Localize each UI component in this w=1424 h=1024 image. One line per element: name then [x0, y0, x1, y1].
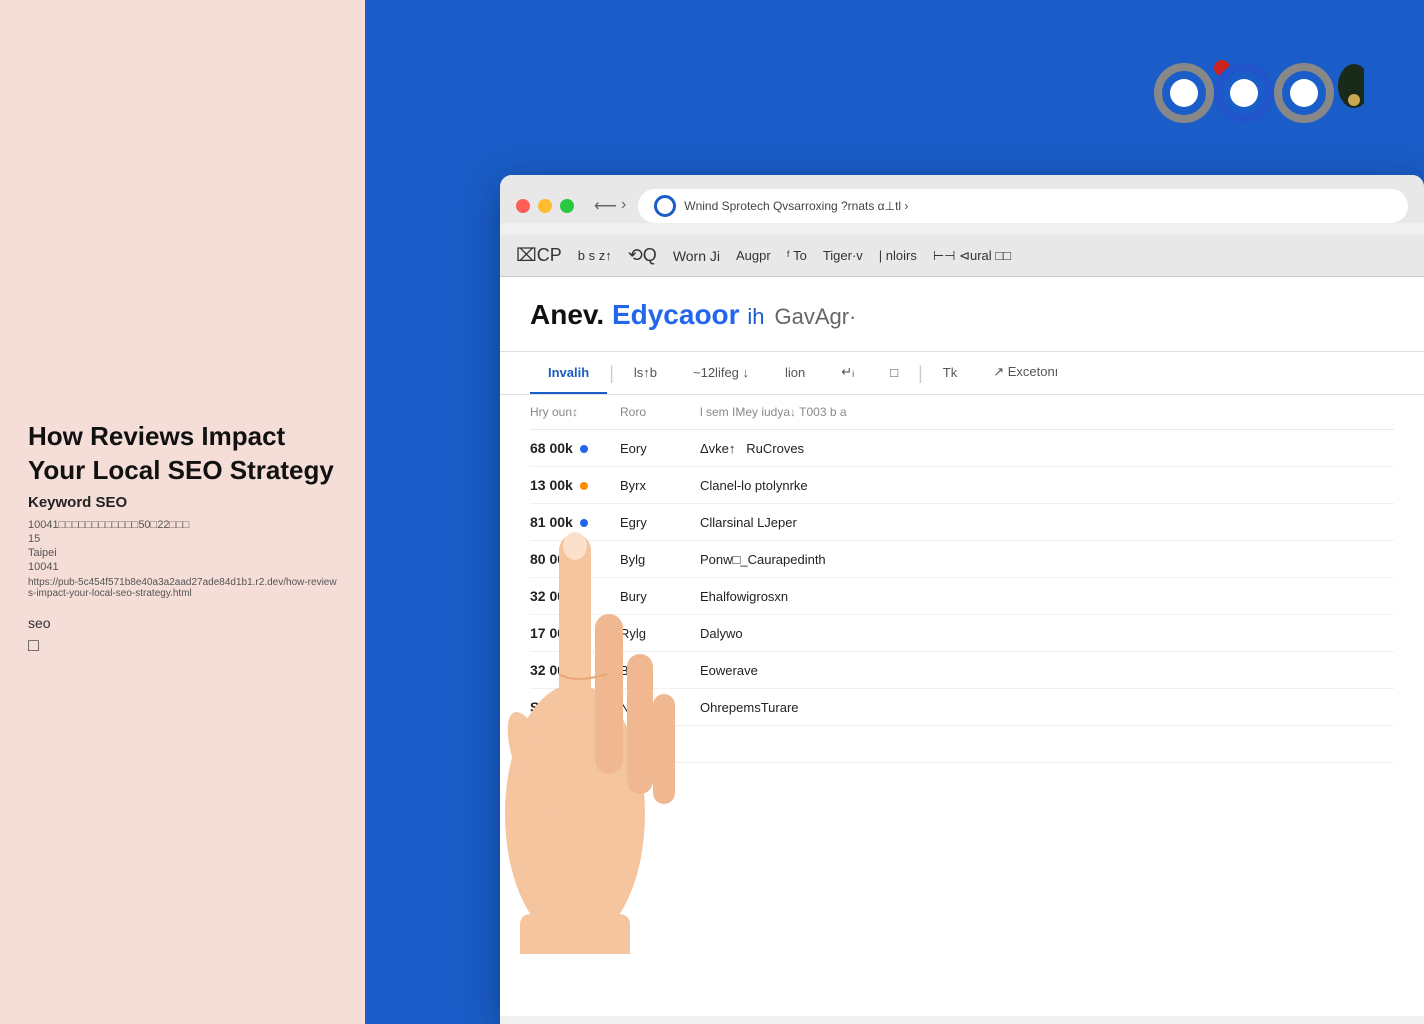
row-keyword: OhrepemsTurare [700, 700, 1394, 715]
meta-line-3: Taipei [28, 547, 337, 559]
row-keyword: Δvke↑ RuCroves [700, 441, 1394, 456]
page-title-row: Anev. Edycaoor ih GavAgr· [530, 299, 1394, 331]
toolbar-item-2[interactable]: ⟲Q [628, 245, 657, 266]
hand-overlay [465, 474, 745, 1024]
browser-topbar: ⟵ › Wnind Sprotech Qvsarroxing ?rnats α⊥… [516, 189, 1408, 223]
tab-lifeg[interactable]: ~12lifeg ↓ [675, 353, 767, 394]
meta-line-1: 10041□□□□□□□□□□□□50□22□□□ [28, 519, 337, 531]
tl-yellow[interactable] [538, 199, 552, 213]
browser-toolbar: ⌧CP b s z↑ ⟲Q Worn Ji Augpr ᶠ To Tiger·v… [500, 235, 1424, 277]
tab-tk[interactable]: Tk [925, 353, 975, 394]
tab-sep-2: | [916, 363, 925, 384]
tab-box[interactable]: □ [872, 353, 916, 394]
traffic-lights [516, 199, 574, 213]
toolbar-item-nloirs[interactable]: | nloirs [879, 248, 917, 263]
row-keyword: Ehalfowigrosxn [700, 589, 1394, 604]
tab-invalih[interactable]: Invalih [530, 353, 607, 394]
row-keyword: Cllarsinal LJeper [700, 515, 1394, 530]
toolbar-item-augpr[interactable]: Augpr [736, 248, 771, 263]
tl-green[interactable] [560, 199, 574, 213]
page-title-ih: ih [747, 304, 764, 329]
col-header-volume: Hry oun↕ [530, 405, 620, 419]
row-keyword: Ponw□_Caurapedinth [700, 552, 1394, 567]
hand-svg [465, 474, 685, 954]
nav-back[interactable]: ⟵ [594, 196, 617, 216]
toolbar-item-te[interactable]: ᶠ To [787, 248, 807, 263]
dot-blue [580, 445, 588, 453]
tabs-row: Invalih | ls↑b ~12lifeg ↓ lion ↵ᵢ □ | Tk… [500, 352, 1424, 395]
seo-icon: □ [28, 635, 337, 656]
col-header-results: l sem IMey iudya↓ T003 b a [700, 405, 1394, 419]
article-url: https://pub-5c454f571b8e40a3a2aad27ade84… [28, 577, 337, 599]
table-header: Hry oun↕ Roro l sem IMey iudya↓ T003 b a [530, 395, 1394, 430]
top-bar [365, 0, 1424, 175]
page-title-accent: Edycaoor [612, 299, 740, 330]
right-panel: ⟵ › Wnind Sprotech Qvsarroxing ?rnats α⊥… [365, 0, 1424, 1024]
browser-chrome: ⟵ › Wnind Sprotech Qvsarroxing ?rnats α⊥… [500, 175, 1424, 223]
meta-line-2: 15 [28, 533, 337, 545]
nav-forward[interactable]: › [621, 196, 626, 216]
toolbar-item-tiger[interactable]: Tiger·v [823, 248, 863, 263]
address-bar[interactable]: Wnind Sprotech Qvsarroxing ?rnats α⊥tl › [638, 189, 1408, 223]
logo-cluster [1154, 48, 1364, 128]
tab-lstb[interactable]: ls↑b [616, 353, 675, 394]
row-trend: Eory [620, 441, 700, 456]
toolbar-item-worn[interactable]: Worn Ji [673, 248, 720, 264]
address-circle-icon [654, 195, 676, 217]
row-keyword: Clanel-lo ptolynrke [700, 478, 1394, 493]
article-title: How Reviews Impact Your Local SEO Strate… [28, 420, 337, 488]
address-text: Wnind Sprotech Qvsarroxing ?rnats α⊥tl › [684, 199, 908, 213]
tl-red[interactable] [516, 199, 530, 213]
left-panel: How Reviews Impact Your Local SEO Strate… [0, 0, 365, 1024]
tab-lion[interactable]: lion [767, 353, 823, 394]
row-keyword: Eowerave [700, 663, 1394, 678]
table-row: 68 00k Eory Δvke↑ RuCroves [530, 430, 1394, 467]
row-keyword: Dalywo [700, 626, 1394, 641]
tab-sep-1: | [607, 363, 616, 384]
keyword-label: Keyword SEO [28, 494, 337, 511]
toolbar-item-kural[interactable]: ⊢⊣ ⊲ural □□ [933, 248, 1011, 264]
row-volume: 68 00k [530, 440, 620, 456]
toolbar-item-1[interactable]: b s z↑ [578, 248, 612, 263]
nav-arrows: ⟵ › [594, 196, 626, 216]
seo-label: seo [28, 615, 337, 631]
tab-exceton[interactable]: ↗ Excetonı [975, 352, 1076, 394]
col-header-trend: Roro [620, 405, 700, 419]
meta-line-4: 10041 [28, 561, 337, 573]
logo-svg [1154, 48, 1364, 128]
toolbar-item-0[interactable]: ⌧CP [516, 245, 562, 266]
tab-arrow[interactable]: ↵ᵢ [823, 352, 872, 394]
page-header: Anev. Edycaoor ih GavAgr· [500, 277, 1424, 352]
page-subtitle: GavAgr· [774, 304, 856, 330]
page-main-title: Anev. Edycaoor ih [530, 299, 764, 331]
